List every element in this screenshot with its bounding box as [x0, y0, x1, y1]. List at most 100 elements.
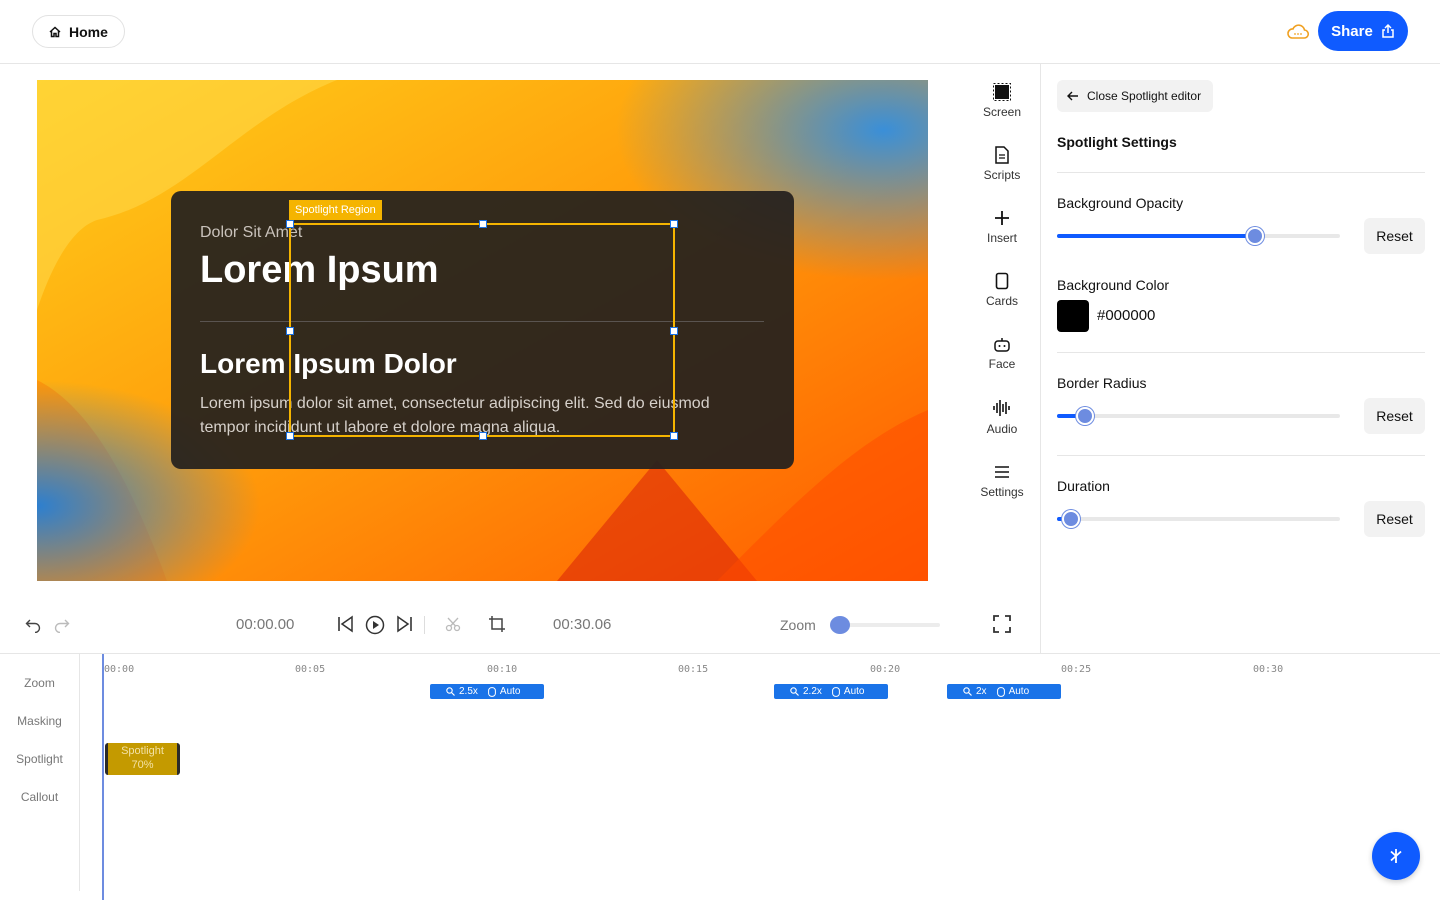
divider	[1057, 172, 1425, 173]
card-icon	[995, 272, 1009, 290]
time-tick: 00:30	[1253, 664, 1284, 675]
zoom-factor: 2x	[976, 686, 987, 697]
crop-icon[interactable]	[488, 615, 506, 633]
time-tick: 00:25	[1061, 664, 1092, 675]
share-icon	[1382, 23, 1394, 38]
tool-scripts-label: Scripts	[983, 168, 1021, 182]
opacity-slider-fill	[1057, 234, 1256, 238]
spotlight-region-tag: Spotlight Region	[289, 200, 382, 220]
divider	[1057, 352, 1425, 353]
color-swatch[interactable]	[1057, 300, 1089, 332]
magnifier-icon	[446, 687, 455, 696]
time-tick: 00:20	[870, 664, 901, 675]
mouse-icon	[832, 686, 840, 697]
duration-label: Duration	[1057, 478, 1110, 494]
time-tick: 00:00	[104, 664, 135, 675]
tool-insert-label: Insert	[986, 231, 1017, 245]
zoom-slider-thumb[interactable]	[830, 616, 850, 634]
magnifier-icon	[790, 687, 799, 696]
top-bar: Home Share	[0, 0, 1440, 64]
time-tick: 00:10	[487, 664, 518, 675]
ai-assistant-button[interactable]	[1372, 832, 1420, 880]
opacity-reset-button[interactable]: Reset	[1364, 218, 1425, 254]
zoom-segment[interactable]: 2x Auto	[947, 684, 1061, 699]
cloud-sync-icon	[1287, 24, 1310, 39]
tool-cards[interactable]: Cards	[968, 272, 1036, 308]
close-spotlight-editor-button[interactable]: Close Spotlight editor	[1057, 80, 1214, 112]
tool-screen[interactable]: Screen	[968, 83, 1036, 119]
color-hex-value[interactable]: #000000	[1097, 307, 1155, 324]
fullscreen-icon[interactable]	[993, 615, 1011, 633]
mouse-icon	[488, 686, 496, 697]
spotlight-segment-value: 70%	[131, 759, 154, 771]
redo-icon[interactable]	[54, 615, 70, 633]
opacity-slider-thumb[interactable]	[1246, 227, 1265, 245]
zoom-mode: Auto	[843, 686, 865, 697]
home-icon	[49, 25, 61, 37]
video-canvas[interactable]: Dolor Sit Amet Lorem Ipsum Lorem Ipsum D…	[37, 80, 928, 581]
spotlight-settings-panel: Close Spotlight editor Spotlight Setting…	[1040, 64, 1440, 654]
zoom-factor: 2.2x	[803, 686, 822, 697]
track-label-callout: Callout	[20, 790, 59, 804]
opacity-label: Background Opacity	[1057, 195, 1184, 211]
spotlight-segment[interactable]: Spotlight 70%	[105, 743, 180, 775]
robot-face-icon	[994, 338, 1010, 352]
share-label: Share	[1331, 22, 1373, 40]
resize-handle-w[interactable]	[286, 327, 294, 335]
duration-slider-thumb[interactable]	[1062, 510, 1081, 528]
resize-handle-nw[interactable]	[286, 220, 294, 228]
zoom-label: Zoom	[780, 617, 816, 633]
background-color-label: Background Color	[1057, 277, 1170, 293]
skip-forward-icon[interactable]	[395, 615, 413, 633]
document-icon	[995, 146, 1009, 164]
divider	[1057, 455, 1425, 456]
tool-settings[interactable]: Settings	[968, 463, 1036, 499]
play-icon[interactable]	[365, 615, 385, 635]
playhead[interactable]	[102, 654, 104, 900]
border-radius-slider[interactable]	[1057, 407, 1340, 425]
tool-settings-label: Settings	[980, 485, 1024, 499]
track-label-masking: Masking	[17, 714, 62, 728]
zoom-segment[interactable]: 2.2x Auto	[774, 684, 888, 699]
zoom-factor: 2.5x	[459, 686, 478, 697]
magnifier-icon	[963, 687, 972, 696]
time-tick: 00:15	[678, 664, 709, 675]
spotlight-segment-label: Spotlight	[121, 745, 164, 757]
menu-icon	[995, 466, 1009, 478]
skip-back-icon[interactable]	[337, 615, 355, 633]
zoom-mode: Auto	[1008, 686, 1030, 697]
border-radius-reset-button[interactable]: Reset	[1364, 398, 1425, 434]
tool-audio[interactable]: Audio	[968, 398, 1036, 436]
opacity-slider[interactable]	[1057, 227, 1340, 245]
resize-handle-se[interactable]	[670, 432, 678, 440]
home-button[interactable]: Home	[32, 15, 125, 48]
tool-screen-label: Screen	[982, 105, 1022, 119]
close-label: Close Spotlight editor	[1087, 89, 1202, 103]
resize-handle-e[interactable]	[670, 327, 678, 335]
undo-icon[interactable]	[25, 615, 41, 633]
waveform-icon	[993, 400, 1010, 416]
tool-insert[interactable]: Insert	[968, 209, 1036, 245]
resize-handle-n[interactable]	[479, 220, 487, 228]
resize-handle-s[interactable]	[479, 432, 487, 440]
tool-scripts[interactable]: Scripts	[968, 146, 1036, 182]
tool-face[interactable]: Face	[968, 335, 1036, 371]
plus-icon	[995, 211, 1009, 225]
timeline[interactable]: Zoom Masking Spotlight Callout 00:00 00:…	[0, 653, 1440, 900]
current-time: 00:00.00	[236, 616, 295, 633]
tool-face-label: Face	[988, 357, 1016, 371]
track-label-spotlight: Spotlight	[16, 752, 63, 766]
resize-handle-sw[interactable]	[286, 432, 294, 440]
arrow-left-icon	[1067, 91, 1078, 101]
zoom-segment[interactable]: 2.5x Auto	[430, 684, 544, 699]
scissors-icon[interactable]	[445, 615, 461, 633]
share-button[interactable]: Share	[1318, 11, 1408, 51]
sparkle-icon	[1390, 849, 1402, 863]
mouse-icon	[996, 686, 1005, 697]
spotlight-region-selection[interactable]	[286, 220, 678, 440]
resize-handle-ne[interactable]	[670, 220, 678, 228]
screen-icon	[993, 83, 1011, 101]
border-radius-slider-thumb[interactable]	[1076, 407, 1095, 425]
duration-slider[interactable]	[1057, 510, 1340, 528]
duration-reset-button[interactable]: Reset	[1364, 501, 1425, 537]
